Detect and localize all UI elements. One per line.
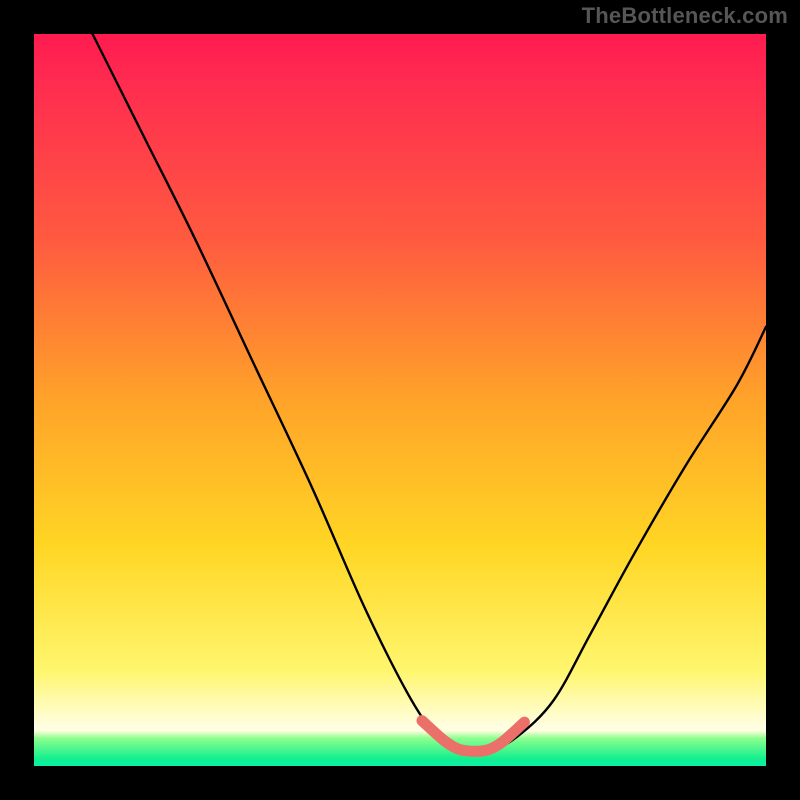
watermark-label: TheBottleneck.com	[582, 3, 788, 29]
chart-frame: TheBottleneck.com	[0, 0, 800, 800]
curve-svg	[34, 34, 766, 766]
bottleneck-highlight	[422, 721, 524, 752]
bottleneck-curve	[93, 34, 766, 753]
plot-area	[34, 34, 766, 766]
